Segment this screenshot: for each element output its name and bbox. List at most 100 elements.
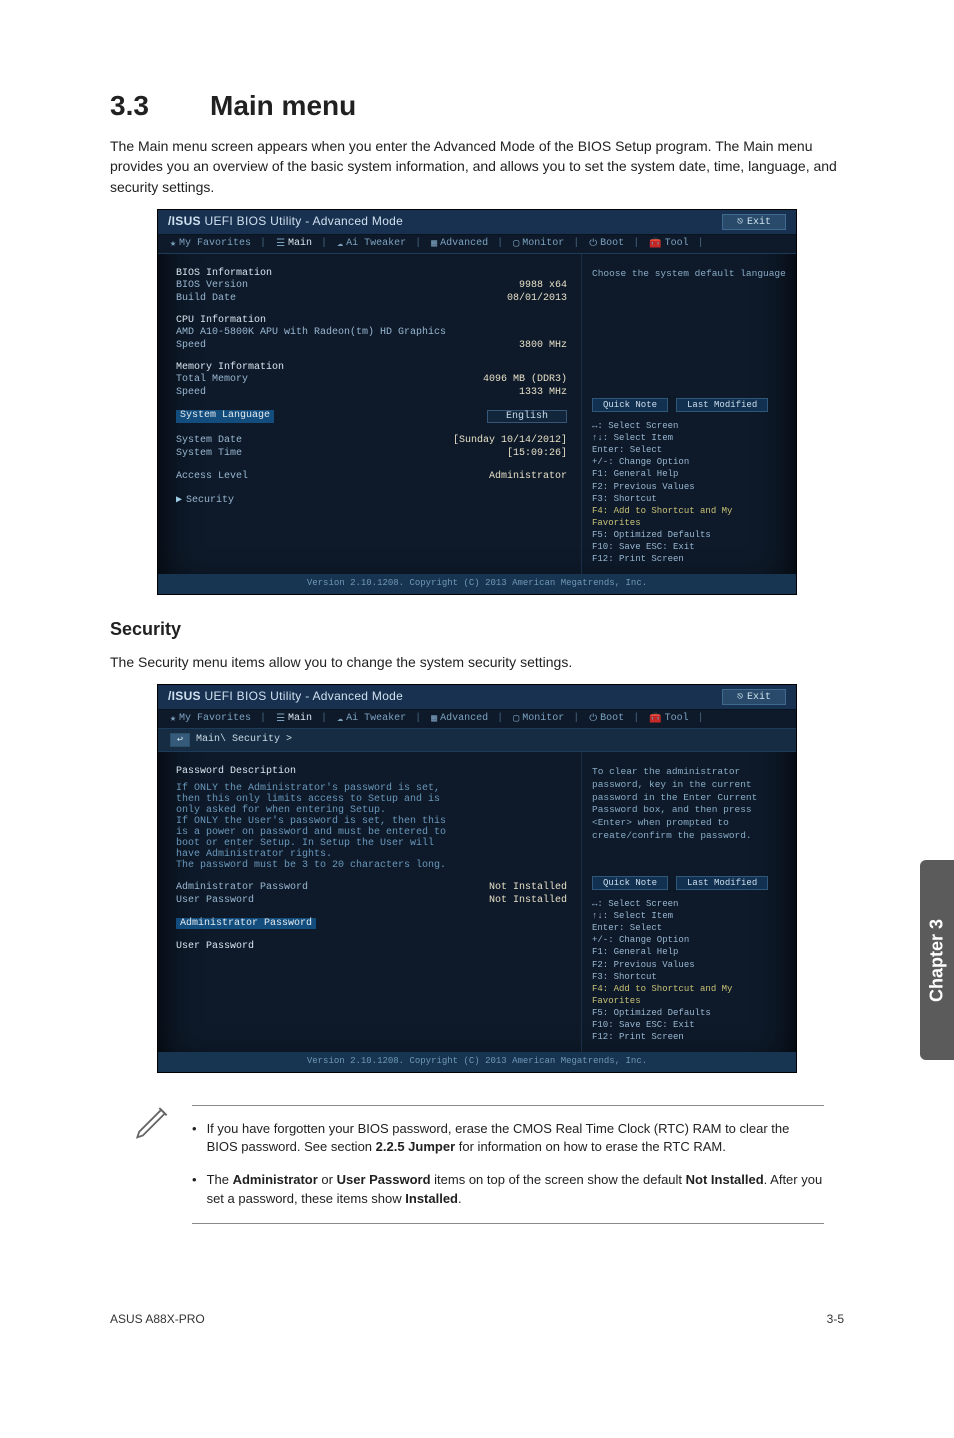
intro-paragraph: The Main menu screen appears when you en… bbox=[110, 136, 844, 197]
selected-item-value[interactable]: English bbox=[487, 410, 567, 423]
section-number: 3.3 bbox=[110, 90, 210, 122]
bios-brand: /ISUS UEFI BIOS Utility - Advanced Mode bbox=[168, 214, 403, 228]
info-label: AMD A10-5800K APU with Radeon(tm) HD Gra… bbox=[176, 327, 446, 338]
access-level-row: Access LevelAdministrator bbox=[176, 470, 567, 483]
tab-favorites[interactable]: ★My Favorites| bbox=[170, 238, 266, 250]
exit-button[interactable]: ⎋Exit bbox=[722, 214, 786, 230]
item-label: System Time bbox=[176, 448, 242, 459]
list-icon: ☰ bbox=[276, 713, 285, 725]
item-label: User Password bbox=[176, 941, 254, 952]
last-modified-button[interactable]: Last Modified bbox=[676, 398, 768, 412]
group-title: Memory Information bbox=[176, 362, 567, 373]
item-value: [Sunday 10/14/2012] bbox=[453, 435, 567, 446]
group-title: BIOS Information bbox=[176, 268, 567, 279]
tab-ai-tweaker[interactable]: ☁Ai Tweaker| bbox=[337, 238, 421, 250]
section-heading: 3.3Main menu bbox=[110, 90, 844, 122]
bios-brand: /ISUS UEFI BIOS Utility - Advanced Mode bbox=[168, 689, 403, 703]
section-title: Main menu bbox=[210, 90, 356, 121]
last-modified-button[interactable]: Last Modified bbox=[676, 876, 768, 890]
tab-main[interactable]: ☰Main| bbox=[276, 238, 327, 250]
monitor-icon: ▢ bbox=[513, 713, 519, 725]
bios-footer: Version 2.10.1208. Copyright (C) 2013 Am… bbox=[158, 574, 796, 594]
cloud-icon: ☁ bbox=[337, 238, 343, 250]
bios-main-screenshot: /ISUS UEFI BIOS Utility - Advanced Mode … bbox=[157, 209, 797, 595]
quick-note-button[interactable]: Quick Note bbox=[592, 398, 668, 412]
info-label: Speed bbox=[176, 340, 206, 351]
tool-icon: 🧰 bbox=[649, 713, 661, 725]
tool-icon: 🧰 bbox=[649, 238, 661, 250]
selected-item-label: Administrator Password bbox=[176, 918, 316, 929]
bios-tabbar: ★My Favorites| ☰Main| ☁Ai Tweaker| ▦Adva… bbox=[158, 235, 796, 254]
note-item: If you have forgotten your BIOS password… bbox=[192, 1120, 824, 1158]
item-value: [15:09:26] bbox=[507, 448, 567, 459]
power-icon: ⏻ bbox=[589, 238, 597, 250]
info-value: 4096 MB (DDR3) bbox=[483, 374, 567, 385]
help-text: Choose the system default language bbox=[592, 268, 786, 398]
admin-password-status-row: Administrator PasswordNot Installed bbox=[176, 881, 567, 894]
security-intro: The Security menu items allow you to cha… bbox=[110, 652, 844, 672]
tab-monitor[interactable]: ▢Monitor| bbox=[513, 238, 579, 250]
item-label: Administrator Password bbox=[176, 882, 308, 893]
footer-right: 3-5 bbox=[827, 1312, 844, 1326]
info-label: Total Memory bbox=[176, 374, 248, 385]
cloud-icon: ☁ bbox=[337, 713, 343, 725]
tab-main[interactable]: ☰Main| bbox=[276, 713, 327, 725]
key-help: ↔: Select Screen ↑↓: Select Item Enter: … bbox=[592, 898, 786, 1044]
tab-monitor[interactable]: ▢Monitor| bbox=[513, 713, 579, 725]
tab-tool[interactable]: 🧰Tool| bbox=[649, 713, 703, 725]
item-label: Access Level bbox=[176, 471, 248, 482]
tab-ai-tweaker[interactable]: ☁Ai Tweaker| bbox=[337, 713, 421, 725]
bios-security-screenshot: /ISUS UEFI BIOS Utility - Advanced Mode … bbox=[157, 684, 797, 1073]
tab-favorites[interactable]: ★My Favorites| bbox=[170, 713, 266, 725]
password-description-text: If ONLY the Administrator's password is … bbox=[176, 783, 567, 871]
info-value: 9988 x64 bbox=[519, 280, 567, 291]
note-pencil-icon bbox=[130, 1097, 174, 1232]
power-icon: ⏻ bbox=[589, 713, 597, 725]
quick-note-button[interactable]: Quick Note bbox=[592, 876, 668, 890]
star-icon: ★ bbox=[170, 713, 176, 725]
bios-titlebar: /ISUS UEFI BIOS Utility - Advanced Mode … bbox=[158, 685, 796, 710]
monitor-icon: ▢ bbox=[513, 238, 519, 250]
admin-password-item[interactable]: Administrator Password bbox=[176, 917, 567, 930]
breadcrumb-text: Main\ Security > bbox=[196, 734, 292, 745]
submenu-label: Security bbox=[186, 495, 234, 506]
user-password-status-row: User Password Not Installed bbox=[176, 894, 567, 907]
info-label: Speed bbox=[176, 387, 206, 398]
chapter-tab: Chapter 3 bbox=[920, 860, 954, 1060]
tab-advanced[interactable]: ▦Advanced| bbox=[431, 713, 503, 725]
system-language-row[interactable]: System Language English bbox=[176, 409, 567, 424]
bios-info-group: CPU Information AMD A10-5800K APU with R… bbox=[176, 315, 567, 352]
info-value: 1333 MHz bbox=[519, 387, 567, 398]
key-help: ↔: Select Screen ↑↓: Select Item Enter: … bbox=[592, 420, 786, 566]
bios-tabbar: ★My Favorites| ☰Main| ☁Ai Tweaker| ▦Adva… bbox=[158, 710, 796, 729]
exit-icon: ⎋ bbox=[737, 217, 743, 228]
selected-item-label: System Language bbox=[176, 410, 274, 423]
star-icon: ★ bbox=[170, 238, 176, 250]
user-password-item[interactable]: User Password bbox=[176, 940, 567, 953]
exit-button[interactable]: ⎋Exit bbox=[722, 689, 786, 705]
page-footer: ASUS A88X-PRO 3-5 bbox=[0, 1272, 954, 1356]
item-label: User Password bbox=[176, 895, 254, 906]
list-icon: ☰ bbox=[276, 238, 285, 250]
tab-boot[interactable]: ⏻Boot| bbox=[589, 238, 639, 250]
system-date-row[interactable]: System Date [Sunday 10/14/2012] bbox=[176, 434, 567, 447]
chip-icon: ▦ bbox=[431, 238, 437, 250]
tab-advanced[interactable]: ▦Advanced| bbox=[431, 238, 503, 250]
info-value: 3800 MHz bbox=[519, 340, 567, 351]
back-icon[interactable]: ↩ bbox=[170, 733, 190, 747]
security-submenu[interactable]: ▶ Security bbox=[176, 493, 567, 507]
system-time-row[interactable]: System Time [15:09:26] bbox=[176, 447, 567, 460]
security-heading: Security bbox=[110, 619, 844, 640]
item-value: Not Installed bbox=[489, 895, 567, 906]
group-title: CPU Information bbox=[176, 315, 567, 326]
submenu-arrow-icon: ▶ bbox=[176, 495, 182, 506]
note-callout: If you have forgotten your BIOS password… bbox=[130, 1097, 824, 1232]
item-label: System Date bbox=[176, 435, 242, 446]
chip-icon: ▦ bbox=[431, 713, 437, 725]
help-text: To clear the administrator password, key… bbox=[592, 766, 786, 876]
exit-icon: ⎋ bbox=[737, 692, 743, 703]
tab-tool[interactable]: 🧰Tool| bbox=[649, 238, 703, 250]
tab-boot[interactable]: ⏻Boot| bbox=[589, 713, 639, 725]
breadcrumb: ↩ Main\ Security > bbox=[158, 729, 796, 752]
bios-info-group: BIOS Information BIOS Version9988 x64 Bu… bbox=[176, 268, 567, 305]
